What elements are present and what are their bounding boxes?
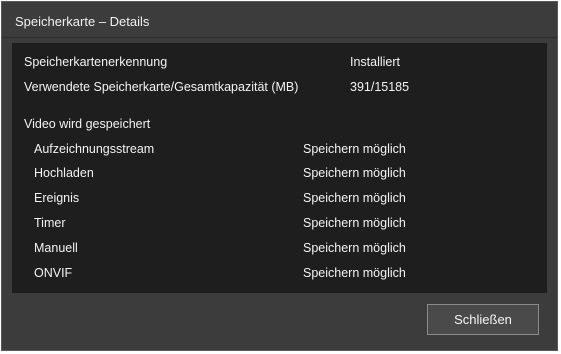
video-item-label: ONVIF <box>34 266 73 280</box>
video-item-label: Manuell <box>34 241 78 255</box>
video-section-heading: Video wird gespeichert <box>24 117 151 131</box>
dialog-title: Speicherkarte – Details <box>2 2 557 38</box>
video-item-label: Timer <box>34 216 66 230</box>
capacity-label: Verwendete Speicherkarte/Gesamtkapazität… <box>24 80 299 94</box>
details-panel: Speicherkartenerkennung Installiert Verw… <box>12 43 547 293</box>
video-item-value: Speichern möglich <box>303 142 406 156</box>
video-item-value: Speichern möglich <box>303 166 406 180</box>
video-item-value: Speichern möglich <box>303 241 406 255</box>
close-button[interactable]: Schließen <box>427 304 539 335</box>
capacity-value: 391/15185 <box>350 80 410 94</box>
video-item-label: Hochladen <box>34 166 94 180</box>
recognition-value: Installiert <box>350 55 401 69</box>
storage-card-details-dialog: Speicherkarte – Details Speicherkartener… <box>1 1 558 351</box>
video-item-value: Speichern möglich <box>303 216 406 230</box>
video-item-label: Aufzeichnungsstream <box>34 142 155 156</box>
recognition-label: Speicherkartenerkennung <box>24 55 168 69</box>
video-item-value: Speichern möglich <box>303 191 406 205</box>
video-item-label: Ereignis <box>34 191 80 205</box>
video-item-value: Speichern möglich <box>303 266 406 280</box>
